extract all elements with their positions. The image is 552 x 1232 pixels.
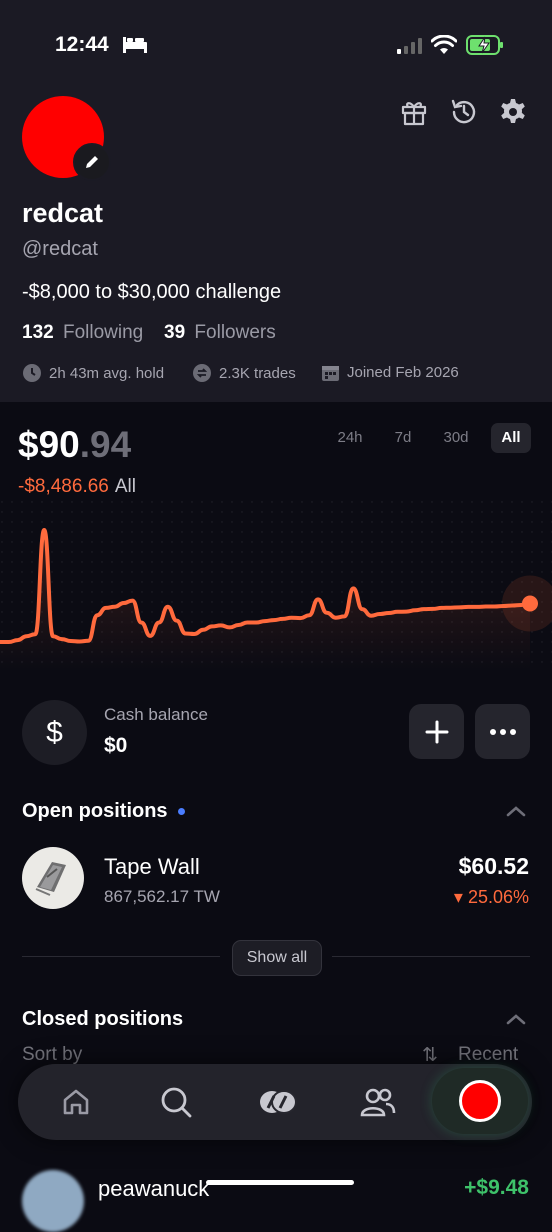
record-button[interactable] [432,1068,528,1134]
bed-icon [122,36,148,59]
range-tab-30d[interactable]: 30d [436,423,476,453]
tape-wall-thumbnail [22,847,84,909]
following-link[interactable]: 132 Following [22,322,143,344]
record-icon [459,1080,501,1122]
range-tab-all[interactable]: All [491,423,531,453]
calendar-icon [322,366,339,381]
divider-left [22,956,220,957]
signal-icon [396,38,422,59]
sort-by-label: Sort by [22,1044,83,1065]
add-cash-button[interactable] [409,704,464,759]
followers-link[interactable]: 39 Followers [164,322,276,344]
pnl-row: -$8,486.66 All [18,476,136,498]
followers-label: Followers [194,322,276,343]
wifi-icon [430,34,458,60]
settings-gear-icon[interactable] [496,95,530,129]
pnl-period: All [114,476,136,497]
following-count: 132 [22,322,54,343]
history-icon[interactable] [447,95,481,129]
avg-hold-stat: 2h 43m avg. hold [22,363,164,383]
dollar-glyph: $ [46,715,63,749]
status-time: 12:44 [55,33,109,56]
edit-avatar-button[interactable] [73,143,111,181]
user-bio: -$8,000 to $30,000 challenge [22,281,282,303]
position-quantity: 867,562.17 TW [104,887,220,906]
new-indicator-dot [177,808,185,816]
username: redcat [22,198,104,228]
user-handle: @redcat [22,238,98,260]
search-icon[interactable] [156,1082,196,1122]
closed-position-thumbnail [22,1170,84,1232]
chevron-up-icon[interactable] [506,804,526,822]
trades-stat: 2.3K trades [192,363,296,383]
pnl-value: -$8,486.66 [18,476,109,497]
clock-icon [23,364,41,382]
closed-position-value: +$9.48 [464,1176,529,1199]
followers-count: 39 [164,322,186,343]
position-value: $60.52 [458,853,529,879]
trades-icon [193,364,211,382]
open-positions-header[interactable]: Open positions [22,800,185,823]
chart-endpoint-marker[interactable] [522,595,538,612]
joined-text: Joined Feb 2026 [347,364,459,381]
closed-position-name[interactable]: peawanuck [98,1176,209,1202]
following-label: Following [62,322,144,343]
cash-value: $0 [104,734,128,757]
home-icon[interactable] [56,1082,96,1122]
cash-label: Cash balance [104,705,208,724]
home-indicator [206,1180,354,1185]
more-dots-icon [489,728,516,735]
pencil-icon [86,156,98,168]
more-options-button[interactable] [475,704,530,759]
portfolio-value-main: $90 [18,424,80,465]
portfolio-value: $90.94 [18,424,131,466]
gift-icon[interactable] [397,95,431,129]
trades-text: 2.3K trades [219,364,296,382]
position-change: ▾ 25.06% [453,887,529,907]
position-name[interactable]: Tape Wall [104,854,200,880]
open-positions-title: Open positions [22,800,168,822]
divider-right [332,956,530,957]
coins-icon[interactable] [258,1082,298,1122]
closed-positions-title[interactable]: Closed positions [22,1008,183,1031]
show-all-button[interactable]: Show all [232,940,322,976]
portfolio-value-cents: .94 [79,424,132,465]
plus-icon [425,720,448,743]
joined-stat: Joined Feb 2026 [321,363,459,382]
battery-icon [466,35,504,60]
avg-hold-text: 2h 43m avg. hold [49,364,165,382]
sort-value[interactable]: Recent [458,1044,518,1066]
people-icon[interactable] [358,1082,398,1122]
range-tab-7d[interactable]: 7d [386,423,420,453]
portfolio-chart [0,500,552,670]
chevron-up-icon[interactable] [506,1012,526,1030]
dollar-icon: $ [22,700,87,765]
range-tab-24h[interactable]: 24h [330,423,370,453]
